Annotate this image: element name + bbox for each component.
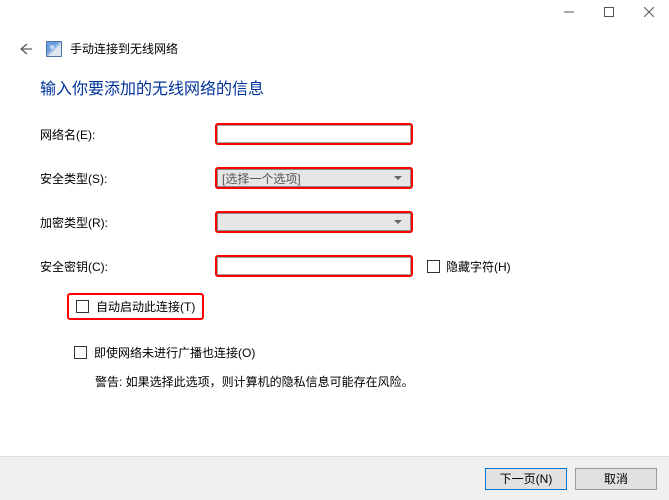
auto-start-group: 自动启动此连接(T) (67, 293, 204, 320)
next-button[interactable]: 下一页(N) (485, 468, 567, 490)
minimize-button[interactable] (549, 0, 589, 24)
hide-chars-checkbox[interactable] (427, 260, 440, 273)
label-security-type: 安全类型(S): (40, 170, 215, 187)
row-security-type: 安全类型(S): [选择一个选项] (40, 167, 629, 189)
connect-hidden-label: 即使网络未进行广播也连接(O) (94, 344, 255, 361)
row-encryption-type: 加密类型(R): (40, 211, 629, 233)
window-title: 手动连接到无线网络 (70, 40, 178, 57)
content: 输入你要添加的无线网络的信息 网络名(E): 安全类型(S): [选择一个选项]… (0, 61, 669, 390)
wireless-icon (46, 41, 62, 57)
security-type-value: [选择一个选项] (222, 170, 301, 187)
titlebar (0, 0, 669, 28)
warning-text: 警告: 如果选择此选项，则计算机的隐私信息可能存在风险。 (95, 373, 629, 390)
hide-chars-group: 隐藏字符(H) (427, 258, 511, 275)
hide-chars-label: 隐藏字符(H) (446, 258, 511, 275)
connect-hidden-checkbox[interactable] (74, 346, 87, 359)
field-highlight (215, 255, 413, 277)
label-encryption-type: 加密类型(R): (40, 214, 215, 231)
row-network-name: 网络名(E): (40, 123, 629, 145)
network-name-input[interactable] (217, 125, 411, 143)
security-type-select[interactable]: [选择一个选项] (217, 169, 411, 187)
footer: 下一页(N) 取消 (0, 456, 669, 500)
field-highlight: [选择一个选项] (215, 167, 413, 189)
maximize-button[interactable] (589, 0, 629, 24)
chevron-down-icon (394, 176, 402, 180)
page-heading: 输入你要添加的无线网络的信息 (40, 75, 629, 99)
header: 手动连接到无线网络 (0, 28, 669, 61)
back-arrow-icon[interactable] (18, 42, 32, 56)
auto-start-checkbox[interactable] (76, 300, 89, 313)
label-network-name: 网络名(E): (40, 126, 215, 143)
label-security-key: 安全密钥(C): (40, 258, 215, 275)
field-highlight (215, 211, 413, 233)
cancel-button[interactable]: 取消 (575, 468, 657, 490)
chevron-down-icon (394, 220, 402, 224)
row-security-key: 安全密钥(C): 隐藏字符(H) (40, 255, 629, 277)
auto-start-label: 自动启动此连接(T) (96, 298, 195, 315)
connect-hidden-group: 即使网络未进行广播也连接(O) (74, 344, 629, 361)
field-highlight (215, 123, 413, 145)
close-button[interactable] (629, 0, 669, 24)
encryption-type-select[interactable] (217, 213, 411, 231)
security-key-input[interactable] (217, 257, 411, 275)
